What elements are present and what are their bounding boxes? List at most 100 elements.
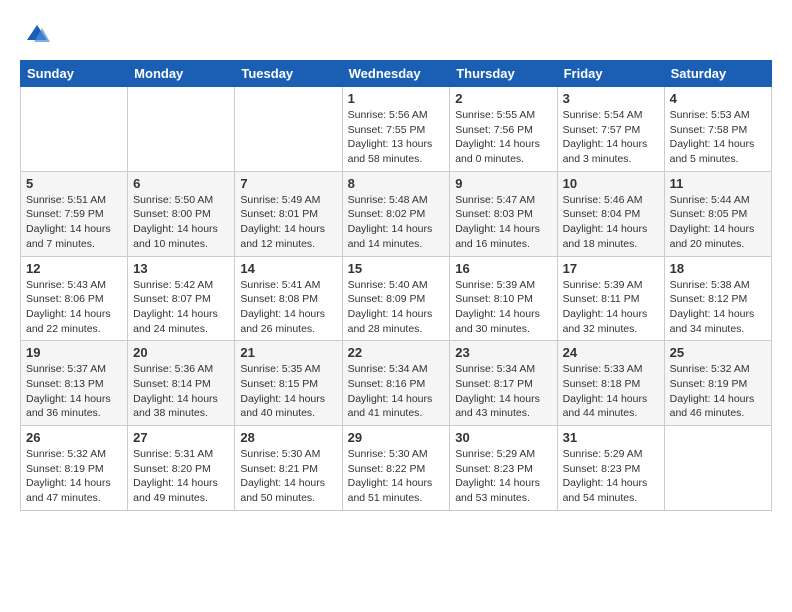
day-info: Sunrise: 5:30 AM Sunset: 8:21 PM Dayligh…: [240, 447, 336, 506]
day-info: Sunrise: 5:43 AM Sunset: 8:06 PM Dayligh…: [26, 278, 122, 337]
day-info: Sunrise: 5:56 AM Sunset: 7:55 PM Dayligh…: [348, 108, 445, 167]
calendar-cell: 5 Sunrise: 5:51 AM Sunset: 7:59 PM Daylig…: [21, 171, 128, 256]
calendar-cell: 24 Sunrise: 5:33 AM Sunset: 8:18 PM Dayli…: [557, 341, 664, 426]
day-info: Sunrise: 5:29 AM Sunset: 8:23 PM Dayligh…: [563, 447, 659, 506]
day-number: 5: [26, 176, 122, 191]
day-info: Sunrise: 5:38 AM Sunset: 8:12 PM Dayligh…: [670, 278, 766, 337]
calendar-cell: [21, 87, 128, 172]
logo: [20, 20, 52, 50]
day-info: Sunrise: 5:47 AM Sunset: 8:03 PM Dayligh…: [455, 193, 551, 252]
day-number: 23: [455, 345, 551, 360]
day-info: Sunrise: 5:42 AM Sunset: 8:07 PM Dayligh…: [133, 278, 229, 337]
calendar-cell: 20Sunrise: 5:36 AM Sunset: 8:14 PM Dayli…: [128, 341, 235, 426]
day-number: 21: [240, 345, 336, 360]
page-header: [20, 20, 772, 50]
logo-icon: [22, 20, 52, 50]
day-info: Sunrise: 5:33 AM Sunset: 8:18 PM Dayligh…: [563, 362, 659, 421]
day-info: Sunrise: 5:32 AM Sunset: 8:19 PM Dayligh…: [26, 447, 122, 506]
day-number: 26: [26, 430, 122, 445]
day-number: 29: [348, 430, 445, 445]
day-info: Sunrise: 5:29 AM Sunset: 8:23 PM Dayligh…: [455, 447, 551, 506]
calendar-cell: 23 Sunrise: 5:34 AM Sunset: 8:17 PM Dayli…: [450, 341, 557, 426]
calendar-cell: 28 Sunrise: 5:30 AM Sunset: 8:21 PM Dayli…: [235, 426, 342, 511]
day-number: 31: [563, 430, 659, 445]
calendar-cell: [128, 87, 235, 172]
day-info: Sunrise: 5:50 AM Sunset: 8:00 PM Dayligh…: [133, 193, 229, 252]
calendar-cell: 29 Sunrise: 5:30 AM Sunset: 8:22 PM Dayli…: [342, 426, 450, 511]
day-info: Sunrise: 5:30 AM Sunset: 8:22 PM Dayligh…: [348, 447, 445, 506]
day-number: 15: [348, 261, 445, 276]
day-info: Sunrise: 5:49 AM Sunset: 8:01 PM Dayligh…: [240, 193, 336, 252]
day-info: Sunrise: 5:54 AM Sunset: 7:57 PM Dayligh…: [563, 108, 659, 167]
calendar-cell: 8 Sunrise: 5:48 AM Sunset: 8:02 PM Daylig…: [342, 171, 450, 256]
day-number: 6: [133, 176, 229, 191]
day-number: 7: [240, 176, 336, 191]
calendar-cell: 30 Sunrise: 5:29 AM Sunset: 8:23 PM Dayli…: [450, 426, 557, 511]
weekday-header: Saturday: [664, 61, 771, 87]
weekday-header: Wednesday: [342, 61, 450, 87]
day-number: 27: [133, 430, 229, 445]
day-info: Sunrise: 5:48 AM Sunset: 8:02 PM Dayligh…: [348, 193, 445, 252]
day-info: Sunrise: 5:35 AM Sunset: 8:15 PM Dayligh…: [240, 362, 336, 421]
day-number: 19: [26, 345, 122, 360]
day-number: 16: [455, 261, 551, 276]
calendar-cell: 16Sunrise: 5:39 AM Sunset: 8:10 PM Dayli…: [450, 256, 557, 341]
day-number: 1: [348, 91, 445, 106]
day-info: Sunrise: 5:31 AM Sunset: 8:20 PM Dayligh…: [133, 447, 229, 506]
day-number: 10: [563, 176, 659, 191]
day-info: Sunrise: 5:53 AM Sunset: 7:58 PM Dayligh…: [670, 108, 766, 167]
day-number: 12: [26, 261, 122, 276]
weekday-header: Monday: [128, 61, 235, 87]
calendar-week-row: 19 Sunrise: 5:37 AM Sunset: 8:13 PM Dayli…: [21, 341, 772, 426]
calendar-cell: 26 Sunrise: 5:32 AM Sunset: 8:19 PM Dayli…: [21, 426, 128, 511]
calendar-cell: 22 Sunrise: 5:34 AM Sunset: 8:16 PM Dayli…: [342, 341, 450, 426]
day-number: 18: [670, 261, 766, 276]
day-number: 24: [563, 345, 659, 360]
calendar-cell: 4Sunrise: 5:53 AM Sunset: 7:58 PM Daylig…: [664, 87, 771, 172]
day-number: 9: [455, 176, 551, 191]
calendar-cell: 15Sunrise: 5:40 AM Sunset: 8:09 PM Dayli…: [342, 256, 450, 341]
calendar-cell: 14Sunrise: 5:41 AM Sunset: 8:08 PM Dayli…: [235, 256, 342, 341]
calendar-cell: 7 Sunrise: 5:49 AM Sunset: 8:01 PM Daylig…: [235, 171, 342, 256]
weekday-header: Tuesday: [235, 61, 342, 87]
calendar-cell: 9 Sunrise: 5:47 AM Sunset: 8:03 PM Daylig…: [450, 171, 557, 256]
calendar-cell: 27 Sunrise: 5:31 AM Sunset: 8:20 PM Dayli…: [128, 426, 235, 511]
day-info: Sunrise: 5:36 AM Sunset: 8:14 PM Dayligh…: [133, 362, 229, 421]
calendar-cell: 6 Sunrise: 5:50 AM Sunset: 8:00 PM Daylig…: [128, 171, 235, 256]
calendar-cell: 31 Sunrise: 5:29 AM Sunset: 8:23 PM Dayli…: [557, 426, 664, 511]
day-number: 30: [455, 430, 551, 445]
calendar-week-row: 26 Sunrise: 5:32 AM Sunset: 8:19 PM Dayli…: [21, 426, 772, 511]
weekday-header: Thursday: [450, 61, 557, 87]
day-info: Sunrise: 5:34 AM Sunset: 8:16 PM Dayligh…: [348, 362, 445, 421]
day-info: Sunrise: 5:32 AM Sunset: 8:19 PM Dayligh…: [670, 362, 766, 421]
day-info: Sunrise: 5:55 AM Sunset: 7:56 PM Dayligh…: [455, 108, 551, 167]
calendar-cell: 10 Sunrise: 5:46 AM Sunset: 8:04 PM Dayli…: [557, 171, 664, 256]
calendar-cell: 1 Sunrise: 5:56 AM Sunset: 7:55 PM Daylig…: [342, 87, 450, 172]
day-number: 22: [348, 345, 445, 360]
day-info: Sunrise: 5:41 AM Sunset: 8:08 PM Dayligh…: [240, 278, 336, 337]
calendar-cell: [664, 426, 771, 511]
day-number: 28: [240, 430, 336, 445]
calendar-cell: 19 Sunrise: 5:37 AM Sunset: 8:13 PM Dayli…: [21, 341, 128, 426]
calendar-cell: 3 Sunrise: 5:54 AM Sunset: 7:57 PM Daylig…: [557, 87, 664, 172]
day-number: 17: [563, 261, 659, 276]
calendar-cell: 11Sunrise: 5:44 AM Sunset: 8:05 PM Dayli…: [664, 171, 771, 256]
calendar-cell: [235, 87, 342, 172]
day-number: 2: [455, 91, 551, 106]
day-number: 3: [563, 91, 659, 106]
calendar-cell: 21 Sunrise: 5:35 AM Sunset: 8:15 PM Dayli…: [235, 341, 342, 426]
day-info: Sunrise: 5:46 AM Sunset: 8:04 PM Dayligh…: [563, 193, 659, 252]
calendar-week-row: 1 Sunrise: 5:56 AM Sunset: 7:55 PM Daylig…: [21, 87, 772, 172]
day-info: Sunrise: 5:34 AM Sunset: 8:17 PM Dayligh…: [455, 362, 551, 421]
day-info: Sunrise: 5:39 AM Sunset: 8:11 PM Dayligh…: [563, 278, 659, 337]
day-info: Sunrise: 5:51 AM Sunset: 7:59 PM Dayligh…: [26, 193, 122, 252]
day-number: 13: [133, 261, 229, 276]
calendar-week-row: 12 Sunrise: 5:43 AM Sunset: 8:06 PM Dayli…: [21, 256, 772, 341]
day-number: 8: [348, 176, 445, 191]
calendar-cell: 12 Sunrise: 5:43 AM Sunset: 8:06 PM Dayli…: [21, 256, 128, 341]
calendar-table: SundayMondayTuesdayWednesdayThursdayFrid…: [20, 60, 772, 511]
day-info: Sunrise: 5:37 AM Sunset: 8:13 PM Dayligh…: [26, 362, 122, 421]
day-number: 25: [670, 345, 766, 360]
calendar-header-row: SundayMondayTuesdayWednesdayThursdayFrid…: [21, 61, 772, 87]
calendar-cell: 2 Sunrise: 5:55 AM Sunset: 7:56 PM Daylig…: [450, 87, 557, 172]
